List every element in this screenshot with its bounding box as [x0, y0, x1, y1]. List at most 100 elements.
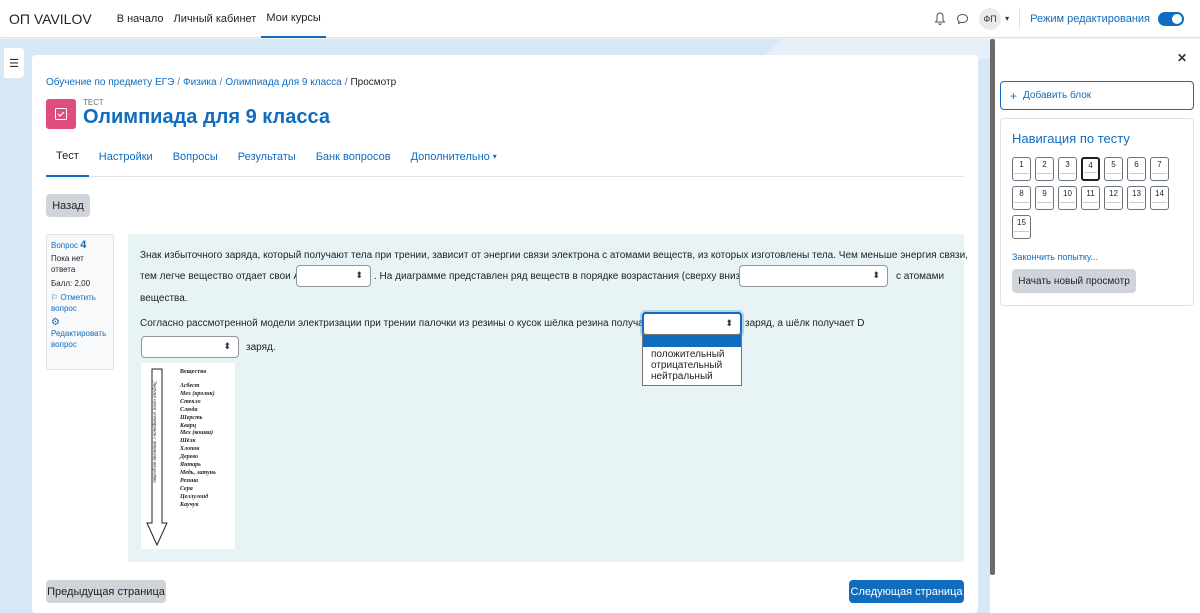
breadcrumb-current: Просмотр — [350, 77, 397, 88]
new-preview-button[interactable]: Начать новый просмотр — [1012, 269, 1136, 293]
question-text: заряд, а шёлк получает D — [745, 318, 865, 329]
list-item: Асбест — [180, 383, 200, 389]
tab-question-bank[interactable]: Банк вопросов — [306, 137, 401, 177]
list-item: Мех (кошка) — [180, 430, 214, 437]
back-button[interactable]: Назад — [46, 194, 90, 217]
list-item: Хлопок — [180, 446, 200, 453]
list-item: Шёлк — [180, 438, 196, 445]
tab-settings[interactable]: Настройки — [89, 137, 163, 177]
quiz-nav-button[interactable]: 15 — [1012, 215, 1031, 239]
quiz-nav-button[interactable]: 11 — [1081, 186, 1100, 210]
add-block-label: Добавить блок — [1023, 90, 1092, 101]
answer-select-a[interactable] — [296, 265, 371, 287]
question-status: Пока нет ответа — [51, 254, 84, 274]
diagram-axis-label: Энергия связи электронов с атомами вещес… — [151, 380, 157, 483]
list-item: Дерево — [180, 454, 199, 461]
question-text: с атомами — [896, 271, 945, 282]
quiz-nav-button[interactable]: 2 — [1035, 157, 1054, 181]
quiz-nav-button[interactable]: 13 — [1127, 186, 1146, 210]
dropdown-options: положительный отрицательный нейтральный — [642, 334, 742, 386]
question-number: Вопрос 4 — [51, 239, 87, 251]
question-text: Знак избыточного заряда, который получаю… — [140, 250, 968, 261]
quiz-nav-button[interactable]: 8 — [1012, 186, 1031, 210]
finish-attempt-link[interactable]: Закончить попытку... — [1012, 252, 1098, 262]
question-text: Согласно рассмотренной модели электризац… — [140, 318, 664, 329]
nav-home[interactable]: В начало — [112, 0, 169, 38]
dropdown-option-empty[interactable] — [643, 335, 741, 347]
course-index-toggle[interactable]: ☰ — [4, 48, 24, 78]
quiz-nav-button[interactable]: 12 — [1104, 186, 1123, 210]
quiz-nav-button[interactable]: 6 — [1127, 157, 1146, 181]
edit-question-link[interactable]: ⚙ Редактировать вопрос — [51, 317, 109, 350]
breadcrumb-item[interactable]: Обучение по предмету ЕГЭ — [46, 77, 174, 88]
chevron-down-icon: ▾ — [492, 152, 497, 161]
diagram-header: Вещество — [180, 369, 207, 375]
list-item: Слюда — [180, 406, 198, 413]
question-text: вещества. — [140, 293, 188, 304]
bell-icon[interactable] — [931, 10, 949, 28]
list-item: Резина — [180, 477, 199, 484]
close-icon[interactable]: ✕ — [1177, 51, 1187, 65]
scrollbar[interactable] — [990, 39, 995, 575]
page-title: Олимпиада для 9 класса — [83, 106, 330, 128]
list-icon: ☰ — [9, 57, 19, 70]
substance-diagram: Энергия связи электронов с атомами вещес… — [141, 363, 235, 549]
quiz-nav-button[interactable]: 5 — [1104, 157, 1123, 181]
main-region: Обучение по предмету ЕГЭ / Физика / Олимпиад… — [32, 55, 978, 613]
answer-select-d[interactable] — [141, 336, 239, 358]
dropdown-option[interactable]: отрицательный — [643, 360, 741, 371]
question-text: . На диаграмме представлен ряд веществ в… — [374, 271, 753, 282]
question-text: тем легче вещество отдает свои А — [140, 271, 301, 282]
edit-mode-label: Режим редактирования — [1030, 12, 1150, 25]
answer-select-c[interactable] — [642, 312, 742, 336]
arrow-down-icon — [146, 368, 168, 547]
primary-nav: В начало Личный кабинет Мои курсы — [112, 0, 326, 38]
divider — [1019, 8, 1021, 29]
answer-select-b[interactable] — [739, 265, 888, 287]
edit-mode-toggle[interactable] — [1158, 11, 1184, 26]
list-item: Янтарь — [180, 462, 201, 469]
tab-quiz[interactable]: Тест — [46, 137, 89, 177]
next-page-button[interactable]: Следующая страница — [849, 580, 964, 603]
list-item: Сера — [180, 485, 193, 492]
tab-results[interactable]: Результаты — [228, 137, 306, 177]
quiz-nav-button[interactable]: 10 — [1058, 186, 1077, 210]
quiz-nav-title: Навигация по тесту — [1012, 131, 1130, 146]
site-brand[interactable]: ОП VAVILOV — [9, 11, 92, 27]
breadcrumb-item[interactable]: Физика — [183, 77, 217, 88]
plus-icon: + — [1010, 88, 1018, 103]
secondary-nav: Тест Настройки Вопросы Результаты Банк в… — [46, 137, 964, 177]
flag-question-link[interactable]: ⚐ Отметить вопрос — [51, 292, 109, 314]
list-item: Мех (кролик) — [180, 390, 215, 397]
breadcrumb-item[interactable]: Олимпиада для 9 класса — [225, 77, 341, 88]
add-block-button[interactable]: + Добавить блок — [1000, 81, 1194, 110]
breadcrumb: Обучение по предмету ЕГЭ / Физика / Олимпиад… — [46, 77, 397, 88]
quiz-nav-button[interactable]: 1 — [1012, 157, 1031, 181]
quiz-nav-button[interactable]: 14 — [1150, 186, 1169, 210]
question-grade: Балл: 2,00 — [51, 279, 91, 288]
list-item: Стекло — [180, 398, 201, 405]
previous-page-button[interactable]: Предыдущая страница — [46, 580, 166, 603]
tab-more-label: Дополнительно — [410, 150, 490, 163]
chevron-down-icon[interactable]: ▾ — [1005, 14, 1009, 23]
dropdown-option[interactable]: нейтральный — [643, 371, 741, 382]
list-item: Каучук — [180, 501, 199, 508]
dropdown-option[interactable]: положительный — [643, 349, 741, 360]
list-item: Медь, латунь — [180, 469, 216, 476]
quiz-nav-button[interactable]: 9 — [1035, 186, 1054, 210]
quiz-nav-button[interactable]: 3 — [1058, 157, 1077, 181]
nav-my-courses[interactable]: Мои курсы — [261, 0, 326, 38]
tab-questions[interactable]: Вопросы — [163, 137, 228, 177]
list-item: Шерсть — [180, 414, 203, 421]
quiz-icon — [46, 99, 76, 129]
tab-more[interactable]: Дополнительно ▾ — [401, 137, 507, 177]
message-icon[interactable] — [953, 10, 971, 28]
flag-icon: ⚐ — [51, 293, 59, 302]
gear-icon: ⚙ — [51, 317, 60, 328]
user-avatar[interactable]: ФП — [979, 7, 1002, 30]
quiz-nav-button[interactable]: 7 — [1150, 157, 1169, 181]
top-navbar: ОП VAVILOV В начало Личный кабинет Мои к… — [0, 0, 1200, 38]
quiz-navigation-block: Навигация по тесту 1 2 3 4 5 6 7 8 9 10 … — [1000, 118, 1194, 306]
quiz-nav-button-current[interactable]: 4 — [1081, 157, 1100, 181]
nav-dashboard[interactable]: Личный кабинет — [169, 0, 262, 38]
